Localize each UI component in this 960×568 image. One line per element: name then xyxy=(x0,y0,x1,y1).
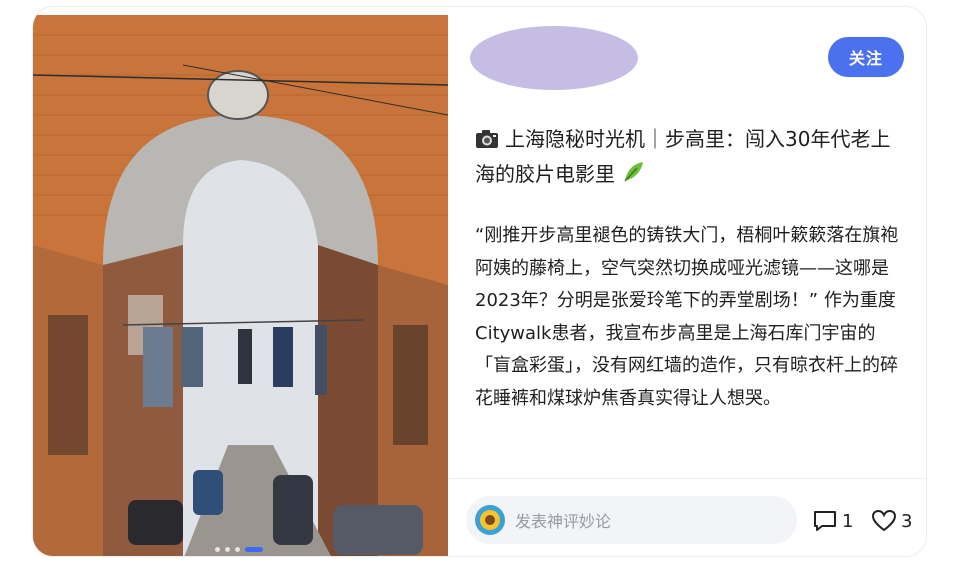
leaf-icon xyxy=(621,160,645,193)
carousel-dot[interactable] xyxy=(215,547,220,552)
carousel-indicator[interactable] xyxy=(215,547,263,552)
camera-icon xyxy=(475,126,499,158)
comment-input[interactable]: 发表神评妙论 xyxy=(466,496,797,544)
divider xyxy=(448,478,926,479)
user-avatar xyxy=(475,505,505,535)
like-count: 3 xyxy=(901,510,913,532)
carousel-dot-active[interactable] xyxy=(245,547,263,552)
follow-button[interactable]: 关注 xyxy=(828,37,904,77)
post-title-text: 上海隐秘时光机｜步高里：闯入30年代老上海的胶片电影里 xyxy=(475,127,891,186)
comment-count: 1 xyxy=(842,510,854,532)
heart-icon xyxy=(871,509,897,532)
post-details-panel: 关注 上海隐秘时光机｜步高里：闯入30年代老上海的胶片电影里 “刚推开步高里褪色… xyxy=(448,7,926,556)
alley-photo xyxy=(33,15,448,556)
comment-placeholder: 发表神评妙论 xyxy=(515,512,612,531)
carousel-dot[interactable] xyxy=(225,547,230,552)
comment-count-button[interactable]: 1 xyxy=(812,508,853,534)
like-button[interactable]: 3 xyxy=(871,508,912,534)
post-body: “刚推开步高里褪色的铸铁大门，梧桐叶簌簌落在旗袍阿姨的藤椅上，空气突然切换成哑光… xyxy=(475,225,899,409)
carousel-dot[interactable] xyxy=(235,547,240,552)
post-title: 上海隐秘时光机｜步高里：闯入30年代老上海的胶片电影里 xyxy=(475,123,905,193)
post-image[interactable] xyxy=(33,15,448,556)
comment-icon xyxy=(814,511,836,531)
post-card: 关注 上海隐秘时光机｜步高里：闯入30年代老上海的胶片电影里 “刚推开步高里褪色… xyxy=(33,7,926,556)
sunflower-icon xyxy=(480,510,500,530)
author-avatar-blurred[interactable] xyxy=(470,26,638,90)
